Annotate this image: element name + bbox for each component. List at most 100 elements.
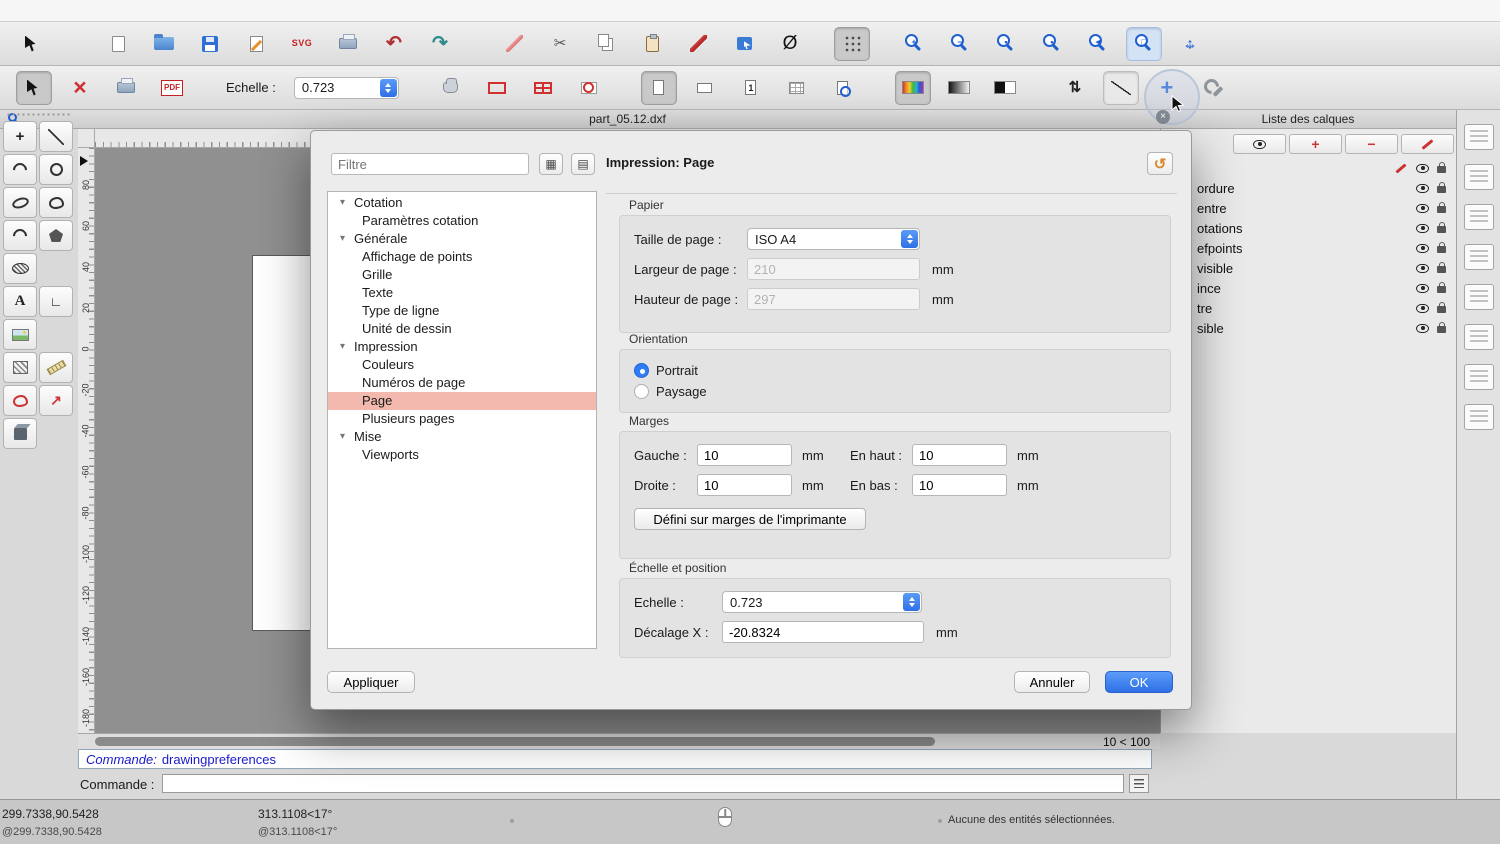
visible[interactable]: visible: [1161, 258, 1456, 278]
block-list-icon[interactable]: [1464, 204, 1494, 230]
margin-bottom-input[interactable]: [912, 474, 1007, 496]
print-export-icon[interactable]: [108, 71, 144, 105]
black-white-icon[interactable]: [987, 71, 1023, 105]
line-tool[interactable]: [39, 121, 73, 152]
entre[interactable]: entre: [1161, 198, 1456, 218]
page-width-input[interactable]: [747, 258, 920, 280]
print-scale-select[interactable]: 0.723: [722, 591, 922, 613]
full-color-icon[interactable]: [895, 71, 931, 105]
close-drawing-icon[interactable]: ×: [62, 71, 98, 105]
palette-drag-handle[interactable]: [6, 112, 70, 118]
scrollbar-thumb[interactable]: [95, 737, 935, 746]
zoom-auto-icon[interactable]: ▪: [988, 27, 1024, 61]
draft-mode-icon[interactable]: [1103, 71, 1139, 105]
cut-icon[interactable]: ✂: [542, 27, 578, 61]
copy-icon[interactable]: [588, 27, 624, 61]
zoom-out-icon[interactable]: −: [942, 27, 978, 61]
ince[interactable]: ince: [1161, 278, 1456, 298]
arc-tool[interactable]: [3, 154, 37, 185]
ordure[interactable]: ordure: [1161, 178, 1456, 198]
shape-tool[interactable]: [3, 385, 37, 416]
layer-lock-icon[interactable]: [1437, 326, 1446, 333]
text-tool[interactable]: A: [3, 286, 37, 317]
layer-lock-icon[interactable]: [1437, 206, 1446, 213]
selection-pointer-icon[interactable]: [14, 27, 50, 61]
open-file-icon[interactable]: [146, 27, 182, 61]
tree-item[interactable]: Mise: [328, 428, 596, 446]
circle-tool[interactable]: [39, 154, 73, 185]
new-file-icon[interactable]: [100, 27, 136, 61]
hatch-tool[interactable]: [3, 253, 37, 284]
layer-visibility-icon[interactable]: [1416, 224, 1429, 233]
pdf-export-icon[interactable]: PDF: [154, 71, 190, 105]
command-line-icon[interactable]: [1464, 324, 1494, 350]
snap-center-icon[interactable]: [571, 71, 607, 105]
paysage-radio[interactable]: Paysage: [634, 382, 1156, 401]
grid-dots-icon[interactable]: [834, 27, 870, 61]
layer-visibility-icon[interactable]: [1416, 324, 1429, 333]
zoom-previous-icon[interactable]: ◂: [1080, 27, 1116, 61]
snap-hand-icon[interactable]: [433, 71, 469, 105]
grayscale-icon[interactable]: [941, 71, 977, 105]
edit-drawing-icon[interactable]: [238, 27, 274, 61]
solid-tool[interactable]: [3, 418, 37, 449]
draw-pen-icon[interactable]: [680, 27, 716, 61]
tree-item[interactable]: Cotation: [328, 194, 596, 212]
layer-visibility-button[interactable]: [1233, 134, 1286, 154]
efpoints[interactable]: efpoints: [1161, 238, 1456, 258]
select-mode-icon[interactable]: [726, 27, 762, 61]
no-fill-icon[interactable]: Ø: [772, 27, 808, 61]
sible[interactable]: sible: [1161, 318, 1456, 338]
layer-list-icon[interactable]: [1464, 164, 1494, 190]
point-tool[interactable]: +: [3, 121, 37, 152]
command-history-button[interactable]: [1129, 774, 1149, 793]
tree-item[interactable]: Page: [328, 392, 596, 410]
page-height-input[interactable]: [747, 288, 920, 310]
ok-button[interactable]: OK: [1105, 671, 1173, 693]
tree-item[interactable]: Couleurs: [328, 356, 596, 374]
layer-lock-icon[interactable]: [1437, 166, 1446, 173]
filter-input[interactable]: [331, 153, 529, 175]
info-panel-icon[interactable]: [1464, 404, 1494, 430]
tree-item[interactable]: Type de ligne: [328, 302, 596, 320]
zoom-selection-icon[interactable]: •: [1034, 27, 1070, 61]
layer-visibility-icon[interactable]: [1416, 284, 1429, 293]
tre[interactable]: tre: [1161, 298, 1456, 318]
polyline-tool[interactable]: [39, 187, 73, 218]
layer-lock-icon[interactable]: [1437, 226, 1446, 233]
paste-icon[interactable]: [634, 27, 670, 61]
pattern-tool[interactable]: [3, 352, 37, 383]
grid-display-icon[interactable]: [779, 71, 815, 105]
layer-visibility-icon[interactable]: [1416, 264, 1429, 273]
expand-all-icon[interactable]: [539, 153, 563, 175]
edit-pen-icon[interactable]: [496, 27, 532, 61]
svg-export-icon[interactable]: SVG: [284, 27, 320, 61]
collapse-all-icon[interactable]: [571, 153, 595, 175]
add-layer-button[interactable]: +: [1289, 134, 1342, 154]
tree-item[interactable]: Générale: [328, 230, 596, 248]
document-title[interactable]: part_05.12.dxf: [95, 110, 1160, 128]
preferences-wrench-icon[interactable]: [1195, 71, 1231, 105]
portrait-radio[interactable]: Portrait: [634, 361, 1156, 380]
restrict-rect-icon[interactable]: [479, 71, 515, 105]
layer-visibility-icon[interactable]: [1416, 164, 1429, 173]
image-tool[interactable]: [3, 319, 37, 350]
layer-lock-icon[interactable]: [1437, 266, 1446, 273]
tree-item[interactable]: Grille: [328, 266, 596, 284]
page-portrait-icon[interactable]: [641, 71, 677, 105]
redo-icon[interactable]: ↷: [422, 27, 458, 61]
tree-item[interactable]: Paramètres cotation: [328, 212, 596, 230]
horizontal-scrollbar[interactable]: 10 < 100: [78, 733, 1160, 749]
tree-item[interactable]: Affichage de points: [328, 248, 596, 266]
ellipse-tool[interactable]: [3, 187, 37, 218]
reset-defaults-icon[interactable]: [1147, 152, 1173, 175]
edit-layer-button[interactable]: [1401, 134, 1454, 154]
command-input[interactable]: [162, 774, 1124, 793]
layer-row[interactable]: [1161, 158, 1456, 178]
zoom-window-icon[interactable]: □: [1126, 27, 1162, 61]
otations[interactable]: otations: [1161, 218, 1456, 238]
undo-icon[interactable]: ↶: [376, 27, 412, 61]
library-browser-icon[interactable]: [1464, 284, 1494, 310]
spline-tool[interactable]: [3, 220, 37, 251]
layer-visibility-icon[interactable]: [1416, 204, 1429, 213]
